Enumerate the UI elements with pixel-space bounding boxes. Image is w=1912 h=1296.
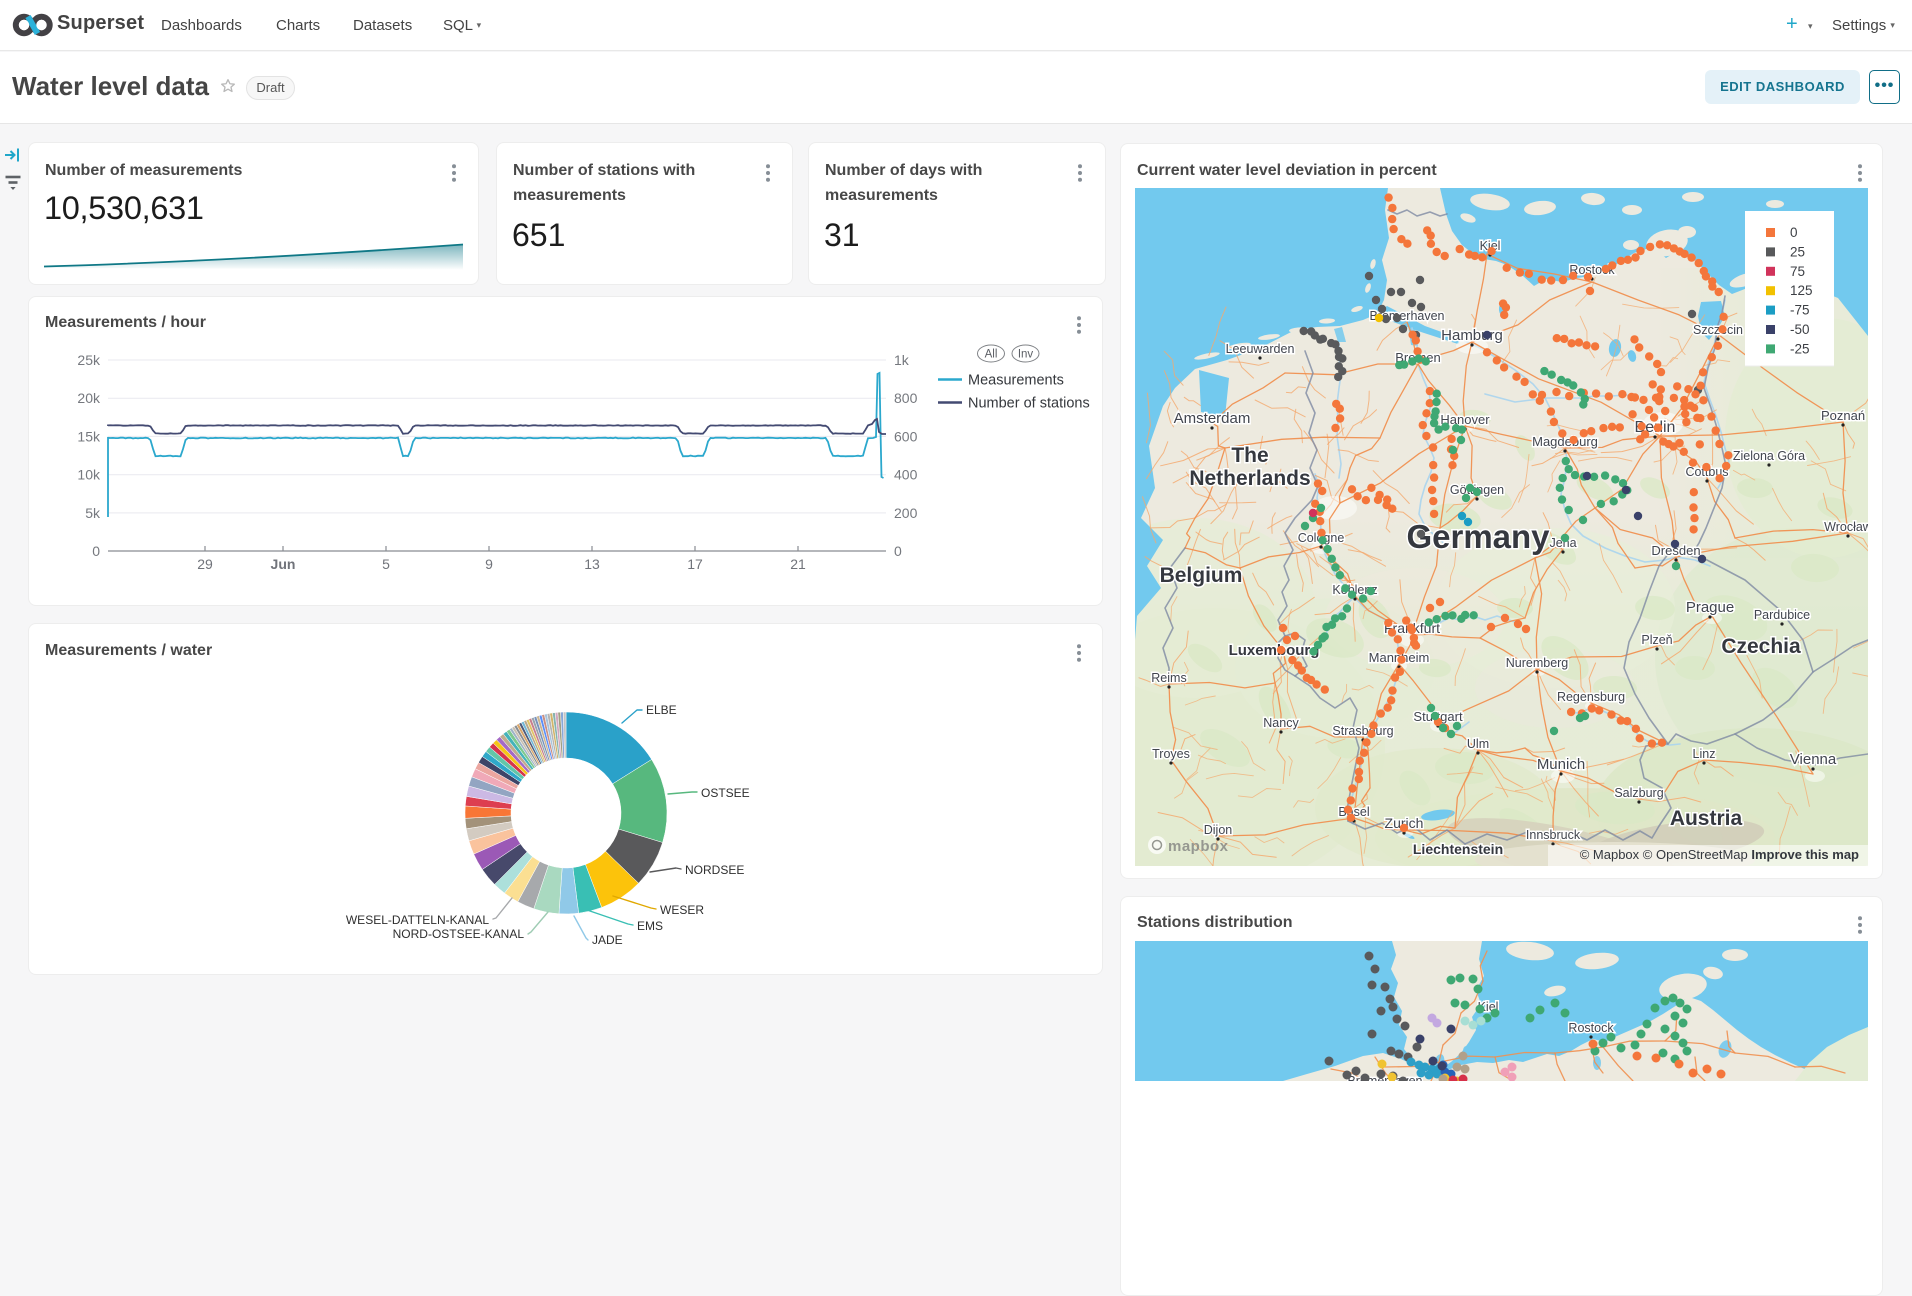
svg-text:200: 200 — [894, 505, 918, 521]
svg-text:Nancy: Nancy — [1263, 716, 1299, 730]
svg-text:WESER: WESER — [660, 903, 704, 917]
svg-text:Salzburg: Salzburg — [1614, 786, 1663, 800]
svg-text:OSTSEE: OSTSEE — [701, 786, 750, 800]
svg-text:600: 600 — [894, 428, 918, 444]
svg-text:29: 29 — [197, 556, 213, 572]
svg-text:-50: -50 — [1790, 322, 1810, 337]
svg-text:Luxembourg: Luxembourg — [1229, 642, 1320, 659]
svg-text:EMS: EMS — [637, 919, 663, 933]
svg-text:-75: -75 — [1790, 303, 1810, 318]
svg-text:Liechtenstein: Liechtenstein — [1413, 841, 1503, 857]
svg-text:-25: -25 — [1790, 341, 1810, 356]
svg-text:Amsterdam: Amsterdam — [1174, 410, 1251, 427]
svg-text:Leeuwarden: Leeuwarden — [1226, 342, 1295, 356]
svg-text:Number of stations: Number of stations — [968, 396, 1090, 412]
svg-text:15k: 15k — [77, 428, 101, 444]
svg-text:400: 400 — [894, 467, 918, 483]
svg-text:Dijon: Dijon — [1204, 823, 1233, 837]
svg-text:ELBE: ELBE — [646, 703, 677, 717]
svg-text:13: 13 — [584, 556, 600, 572]
svg-text:NORDSEE: NORDSEE — [685, 863, 744, 877]
svg-text:800: 800 — [894, 390, 918, 406]
svg-text:1k: 1k — [894, 352, 910, 368]
svg-text:mapbox: mapbox — [1168, 838, 1229, 855]
svg-text:All: All — [985, 349, 998, 361]
svg-text:17: 17 — [687, 556, 703, 572]
svg-text:Munich: Munich — [1537, 756, 1585, 773]
svg-text:Vienna: Vienna — [1790, 751, 1837, 768]
svg-text:Czechia: Czechia — [1721, 635, 1801, 658]
svg-text:Rostock: Rostock — [1568, 1021, 1614, 1035]
svg-text:5: 5 — [382, 556, 390, 572]
svg-text:Strasbourg: Strasbourg — [1332, 724, 1393, 738]
svg-text:10k: 10k — [77, 467, 101, 483]
svg-text:Innsbruck: Innsbruck — [1526, 828, 1581, 842]
svg-text:Wrocław: Wrocław — [1824, 520, 1868, 534]
svg-text:Belgium: Belgium — [1160, 564, 1243, 587]
svg-text:25: 25 — [1790, 244, 1805, 259]
svg-text:25k: 25k — [77, 352, 101, 368]
svg-text:Troyes: Troyes — [1152, 747, 1190, 761]
svg-text:Hamburg: Hamburg — [1441, 327, 1503, 344]
svg-text:NORD-OSTSEE-KANAL: NORD-OSTSEE-KANAL — [393, 927, 525, 941]
svg-text:Linz: Linz — [1693, 747, 1716, 761]
svg-text:Zielona Góra: Zielona Góra — [1733, 449, 1805, 463]
svg-text:Jun: Jun — [271, 556, 296, 572]
svg-text:0: 0 — [92, 543, 100, 559]
svg-text:Plzeň: Plzeň — [1641, 633, 1672, 647]
svg-text:WESEL-DATTELN-KANAL: WESEL-DATTELN-KANAL — [346, 913, 489, 927]
svg-text:Poznań: Poznań — [1821, 408, 1865, 423]
svg-text:Ulm: Ulm — [1467, 737, 1489, 751]
svg-text:Prague: Prague — [1686, 599, 1734, 616]
svg-text:The: The — [1231, 444, 1268, 467]
svg-text:Inv: Inv — [1018, 349, 1034, 361]
svg-text:21: 21 — [790, 556, 806, 572]
svg-text:75: 75 — [1790, 264, 1805, 279]
svg-text:Reims: Reims — [1151, 671, 1186, 685]
svg-text:Nuremberg: Nuremberg — [1506, 656, 1569, 670]
svg-text:5k: 5k — [85, 505, 101, 521]
svg-text:0: 0 — [1790, 225, 1798, 240]
svg-text:Regensburg: Regensburg — [1557, 690, 1625, 704]
svg-text:Measurements: Measurements — [968, 373, 1064, 389]
svg-text:© Mapbox © OpenStreetMap Impro: © Mapbox © OpenStreetMap Improve this ma… — [1580, 847, 1859, 862]
svg-text:Austria: Austria — [1670, 807, 1743, 830]
svg-text:Netherlands: Netherlands — [1189, 467, 1310, 490]
svg-text:Szczecin: Szczecin — [1693, 323, 1743, 337]
svg-text:20k: 20k — [77, 390, 101, 406]
svg-text:Germany: Germany — [1406, 518, 1550, 555]
svg-text:125: 125 — [1790, 283, 1813, 298]
svg-text:0: 0 — [894, 543, 902, 559]
svg-text:JADE: JADE — [592, 933, 623, 947]
svg-text:9: 9 — [485, 556, 493, 572]
svg-text:Pardubice: Pardubice — [1754, 608, 1810, 622]
